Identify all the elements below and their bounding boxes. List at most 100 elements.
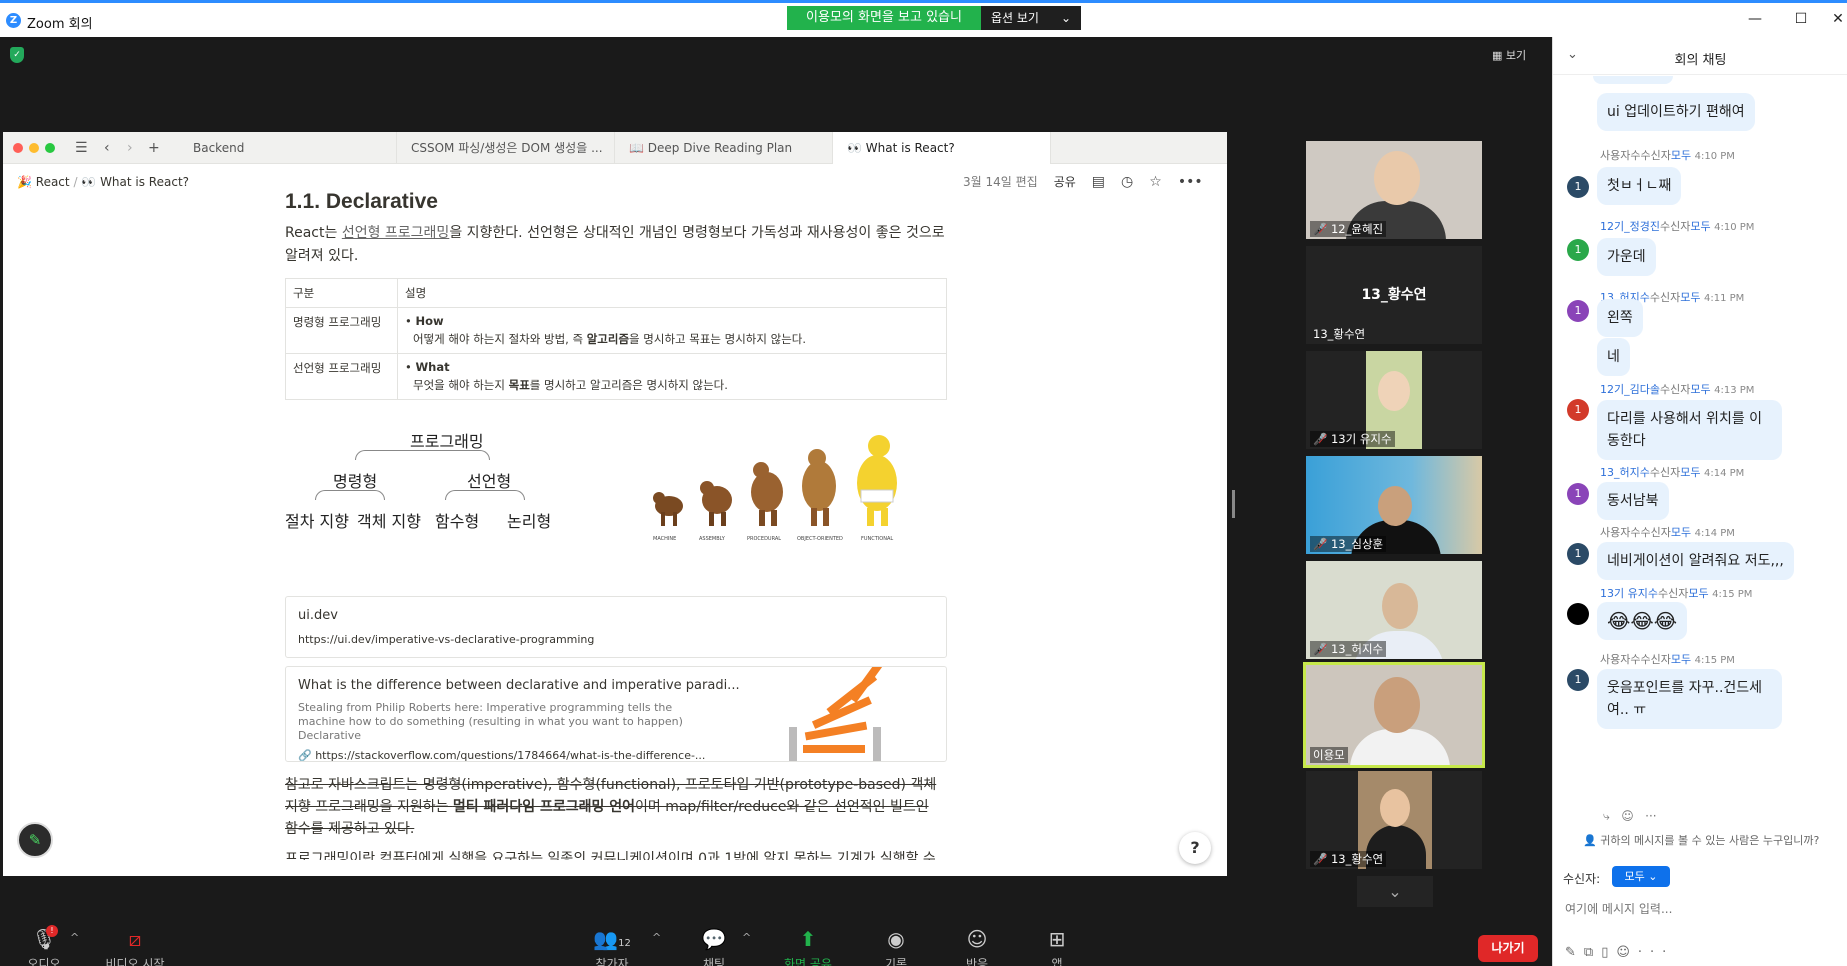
- recipient-dropdown[interactable]: 모두 ⌄: [1612, 866, 1670, 887]
- recipient[interactable]: 모두: [1680, 466, 1700, 479]
- chat-message: 왼쪽: [1597, 299, 1643, 337]
- brace-line: [315, 490, 385, 500]
- participant-tile[interactable]: 🎤̸ 12_윤혜진: [1306, 141, 1482, 239]
- add-reaction-icon[interactable]: ☺: [1621, 809, 1634, 823]
- bookmark-ui-dev[interactable]: ui.dev https://ui.dev/imperative-vs-decl…: [285, 596, 947, 658]
- bullet-keyword: What: [415, 360, 450, 374]
- participants-options-caret[interactable]: ^: [652, 931, 661, 944]
- recipient[interactable]: 모두: [1671, 653, 1691, 666]
- participant-tile-active[interactable]: 이용모: [1303, 662, 1485, 768]
- sidebar-menu-icon[interactable]: ☰: [75, 140, 88, 156]
- chat-panel: ⌄ 회의 채팅 ui 업데이트하기 편해여 사용자수수신자모두 4:10 PM …: [1552, 37, 1847, 966]
- mac-close-dot: [13, 143, 23, 153]
- reactions-label: 반응: [965, 957, 989, 966]
- reactions-button[interactable]: ☺ 반응: [957, 927, 997, 966]
- tab-cssom[interactable]: CSSOM 파싱/생성은 DOM 생성을 ...: [397, 132, 615, 164]
- share-button[interactable]: 공유: [1054, 173, 1076, 190]
- apps-button[interactable]: ⊞ 앱: [1037, 927, 1077, 966]
- chat-button[interactable]: 💬 채팅: [694, 927, 734, 966]
- participant-tile[interactable]: 🎤̸ 13_허지수: [1306, 561, 1482, 659]
- participant-name: 이용모: [1310, 747, 1348, 763]
- table-cell-desc: • What 무엇을 해야 하는지 목표를 명시하고 알고리즘은 명시하지 않는…: [397, 353, 947, 400]
- intro-link[interactable]: 선언형 프로그래밍: [342, 225, 450, 241]
- start-video-button[interactable]: ⧄ 비디오 시작: [100, 927, 170, 966]
- audio-button[interactable]: 🎙 오디오: [24, 927, 64, 966]
- message-meta: 사용자수수신자모두 4:15 PM: [1600, 651, 1735, 667]
- leave-button[interactable]: 나가기: [1478, 935, 1538, 962]
- file-attach-icon[interactable]: ▯: [1601, 945, 1616, 960]
- breadcrumb-parent[interactable]: React: [36, 175, 70, 189]
- sender-name: 사용자수: [1600, 526, 1641, 539]
- sender-name[interactable]: 12기_김다솔: [1600, 383, 1660, 396]
- view-button[interactable]: ▦ 보기: [1492, 47, 1526, 63]
- recipient[interactable]: 모두: [1671, 149, 1691, 162]
- share-label: 화면 공유: [784, 957, 832, 966]
- recipient[interactable]: 모두: [1690, 383, 1710, 396]
- audio-warning-badge: !: [46, 925, 58, 937]
- annotate-pencil-icon[interactable]: ✎: [17, 822, 53, 858]
- participant-tile[interactable]: 🎤̸ 13_심상훈: [1306, 456, 1482, 554]
- more-dots-icon[interactable]: ···: [1638, 945, 1674, 960]
- encryption-shield-icon[interactable]: ✓: [10, 47, 24, 63]
- apps-label: 앱: [1051, 957, 1063, 966]
- participant-tile[interactable]: 🎤̸ 13기 유지수: [1306, 351, 1482, 449]
- recipient-label: 수신자:: [1563, 872, 1601, 886]
- share-screen-button[interactable]: ⬆ 화면 공유: [776, 927, 840, 966]
- comment-icon[interactable]: ▤: [1092, 174, 1105, 190]
- participants-button[interactable]: 👥12 참가자: [582, 927, 642, 966]
- chat-options-caret[interactable]: ^: [742, 931, 751, 944]
- participant-tile[interactable]: 🎤̸ 13_황수연: [1306, 771, 1482, 869]
- bookmark-stackoverflow[interactable]: What is the difference between declarati…: [285, 666, 947, 762]
- recipient[interactable]: 모두: [1688, 587, 1708, 600]
- history-clock-icon[interactable]: ◷: [1121, 174, 1133, 190]
- gallery-scroll-down-button[interactable]: ⌄: [1357, 876, 1433, 908]
- sender-name: 사용자수: [1600, 149, 1641, 162]
- close-button[interactable]: ✕: [1823, 11, 1847, 27]
- sender-name[interactable]: 13기 유지수: [1600, 587, 1658, 600]
- minimize-button[interactable]: —: [1740, 11, 1770, 27]
- who-can-see-link[interactable]: 👤 귀하의 메시지를 볼 수 있는 사람은 누구입니까?: [1583, 832, 1819, 848]
- muted-mic-icon: 🎤̸: [1313, 642, 1331, 656]
- panel-resize-handle[interactable]: [1232, 490, 1235, 518]
- record-button[interactable]: ◉ 기록: [876, 927, 916, 966]
- link-favicon-icon: 🔗: [298, 749, 316, 762]
- tab-deep-dive[interactable]: 📖 Deep Dive Reading Plan: [615, 132, 833, 164]
- evolution-figure-3: [751, 462, 783, 526]
- avatar: 1: [1567, 483, 1589, 505]
- chat-message: 웃음포인트를 자꾸..건드세여.. ㅠ: [1597, 669, 1782, 729]
- audio-options-caret[interactable]: ^: [70, 931, 79, 944]
- help-button[interactable]: ?: [1179, 832, 1211, 864]
- sender-name[interactable]: 13_허지수: [1600, 466, 1650, 479]
- recipient[interactable]: 모두: [1671, 526, 1691, 539]
- breadcrumb-current[interactable]: What is React?: [100, 175, 189, 189]
- back-arrow-icon[interactable]: ‹: [104, 140, 110, 156]
- favorite-star-icon[interactable]: ☆: [1149, 174, 1162, 190]
- participant-face: [1378, 486, 1412, 526]
- chat-message: 첫ㅂㅓㄴ째: [1597, 167, 1682, 205]
- reply-icon[interactable]: ⤷: [1603, 809, 1610, 823]
- tab-backend[interactable]: Backend: [179, 132, 397, 164]
- microphone-icon: 🎙: [31, 927, 57, 951]
- emoji-icon[interactable]: ☺: [1616, 945, 1638, 960]
- message-time: 4:15 PM: [1694, 655, 1735, 666]
- evolution-caption: OBJECT-ORIENTED: [797, 536, 843, 542]
- more-dots-icon[interactable]: •••: [1178, 174, 1203, 190]
- recipient[interactable]: 모두: [1690, 220, 1710, 233]
- forward-arrow-icon[interactable]: ›: [127, 140, 133, 156]
- participant-tile[interactable]: 13_황수연 13_황수연: [1306, 246, 1482, 344]
- maximize-button[interactable]: ☐: [1786, 11, 1816, 27]
- sender-name[interactable]: 12기_정경진: [1600, 220, 1660, 233]
- tab-what-is-react[interactable]: 👀 What is React?: [833, 132, 1051, 164]
- recipient[interactable]: 모두: [1680, 291, 1700, 304]
- eyes-icon: 👀: [81, 175, 101, 189]
- evolution-figure-1: [653, 492, 683, 526]
- view-options-button[interactable]: 옵션 보기 ⌄: [981, 6, 1081, 30]
- format-text-icon[interactable]: ✎: [1565, 945, 1584, 960]
- apps-grid-icon: ⊞: [1048, 927, 1066, 951]
- video-off-icon: ⧄: [128, 927, 142, 951]
- more-dots-icon[interactable]: ···: [1645, 809, 1656, 823]
- chat-message-input[interactable]: [1565, 895, 1835, 923]
- screenshot-icon[interactable]: ⧉: [1584, 945, 1601, 960]
- page-actions: 3월 14일 편집 공유 ▤ ◷ ☆ •••: [963, 173, 1203, 190]
- new-tab-plus-icon[interactable]: +: [148, 140, 160, 156]
